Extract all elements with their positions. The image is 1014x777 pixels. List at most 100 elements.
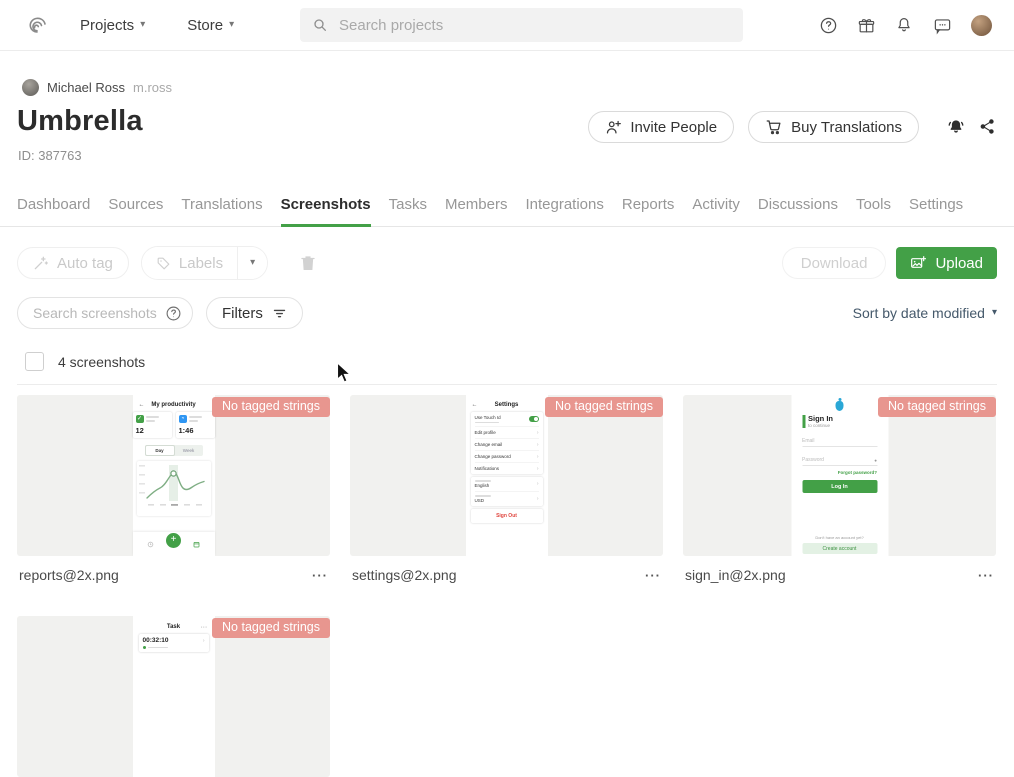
- search-icon: [312, 17, 328, 33]
- chevron-down-icon: ▾: [250, 258, 255, 268]
- filter-icon: [272, 306, 287, 321]
- cart-icon: [765, 118, 783, 136]
- task-title: Task ···: [139, 624, 209, 630]
- sort-label: Sort by date modified: [853, 305, 985, 321]
- tab-screenshots[interactable]: Screenshots: [281, 196, 371, 226]
- screenshot-card: No tagged strings ← My productivity ✓ 12…: [17, 395, 330, 583]
- nav-store-menu[interactable]: Store ▾: [187, 17, 234, 34]
- filename-row: settings@2x.png ···: [350, 567, 663, 583]
- project-tabs: Dashboard Sources Translations Screensho…: [0, 196, 1014, 227]
- password-field: Password ●: [802, 447, 877, 466]
- share-icon[interactable]: [979, 118, 997, 136]
- image-upload-icon: [910, 255, 926, 271]
- labels-button[interactable]: Labels: [142, 247, 237, 279]
- search-screenshots-input[interactable]: [31, 304, 165, 322]
- filters-button[interactable]: Filters: [206, 297, 303, 329]
- screenshot-count: 4 screenshots: [58, 354, 145, 370]
- nav-store-label: Store: [187, 17, 223, 34]
- delete-trash-icon[interactable]: [299, 254, 317, 272]
- select-all-checkbox[interactable]: [25, 352, 44, 371]
- tab-tools[interactable]: Tools: [856, 196, 891, 226]
- tab-dashboard[interactable]: Dashboard: [17, 196, 90, 226]
- gift-icon[interactable]: [857, 16, 876, 35]
- screenshot-search: [17, 297, 193, 329]
- tab-members[interactable]: Members: [445, 196, 508, 226]
- tab-settings[interactable]: Settings: [909, 196, 963, 226]
- download-button[interactable]: Download: [782, 247, 887, 279]
- filter-row: Filters Sort by date modified ▾: [17, 297, 997, 329]
- toggle-week: Week: [175, 445, 203, 456]
- screenshot-card: No tagged strings ← Settings Use Touch I…: [350, 395, 663, 583]
- selection-row: 4 screenshots: [25, 352, 145, 371]
- chat-icon[interactable]: [933, 16, 952, 35]
- screenshot-thumb-task[interactable]: No tagged strings Task ··· 00:32:10 ›: [17, 616, 330, 777]
- screenshot-thumb-reports[interactable]: No tagged strings ← My productivity ✓ 12…: [17, 395, 330, 556]
- nav-projects-label: Projects: [80, 17, 134, 34]
- search-projects-input[interactable]: [337, 16, 731, 35]
- upload-button[interactable]: Upload: [896, 247, 997, 279]
- status-badge: No tagged strings: [878, 397, 996, 417]
- invite-people-button[interactable]: Invite People: [588, 111, 734, 143]
- help-icon[interactable]: [819, 16, 838, 35]
- add-button-icon: +: [166, 533, 181, 548]
- notification-settings-bell-icon[interactable]: [947, 118, 965, 136]
- signin-preview: Sign In to continue Email Password ● For…: [791, 395, 888, 556]
- filename-row: reports@2x.png ···: [17, 567, 330, 583]
- page-title: Umbrella: [17, 105, 143, 138]
- buy-translations-button[interactable]: Buy Translations: [748, 111, 919, 143]
- search-help-icon[interactable]: [165, 305, 182, 322]
- card-menu-button[interactable]: ···: [978, 569, 994, 582]
- productivity-chart: [137, 461, 211, 516]
- labels-dropdown-button[interactable]: ▾: [237, 247, 267, 279]
- labels-split-button: Labels ▾: [141, 246, 268, 280]
- signin-subtitle: to continue: [808, 423, 833, 428]
- screenshot-card: No tagged strings Task ··· 00:32:10 ›: [17, 616, 330, 777]
- tab-sources[interactable]: Sources: [108, 196, 163, 226]
- card-menu-button[interactable]: ···: [645, 569, 661, 582]
- tab-integrations[interactable]: Integrations: [525, 196, 603, 226]
- auto-tag-label: Auto tag: [57, 255, 113, 272]
- labels-label: Labels: [179, 255, 223, 272]
- tab-discussions[interactable]: Discussions: [758, 196, 838, 226]
- project-dot-icon: [143, 646, 146, 649]
- tab-reports[interactable]: Reports: [622, 196, 675, 226]
- touch-id-row: Use Touch Id: [475, 415, 501, 420]
- screenshot-filename: settings@2x.png: [352, 567, 457, 583]
- bell-icon[interactable]: [895, 16, 914, 35]
- settings-row: Change password: [475, 454, 511, 459]
- sort-dropdown[interactable]: Sort by date modified ▾: [853, 305, 997, 321]
- owner-avatar: [22, 79, 39, 96]
- settings-prefs: English › USD ›: [471, 477, 543, 506]
- download-label: Download: [801, 255, 868, 272]
- screenshot-thumb-settings[interactable]: No tagged strings ← Settings Use Touch I…: [350, 395, 663, 556]
- card-menu-button[interactable]: ···: [312, 569, 328, 582]
- eye-icon: ●: [874, 458, 877, 463]
- chevron-down-icon: ▾: [229, 20, 234, 30]
- signin-title: Sign In: [808, 415, 833, 423]
- task-timer-card: 00:32:10 ›: [139, 634, 209, 652]
- create-account-button: Create account: [802, 543, 877, 554]
- language-value: English: [475, 483, 491, 488]
- filename-row: sign_in@2x.png ···: [683, 567, 996, 583]
- tab-tasks[interactable]: Tasks: [389, 196, 427, 226]
- owner-name[interactable]: Michael Ross: [47, 80, 125, 95]
- reports-stats: ✓ 12 ◔ 1:46: [133, 412, 215, 438]
- owner-username: m.ross: [133, 80, 172, 95]
- crowdin-logo-icon[interactable]: [24, 12, 50, 38]
- chevron-down-icon: ▾: [140, 20, 145, 30]
- toggle-day: Day: [145, 445, 175, 456]
- top-navbar: Projects ▾ Store ▾: [0, 0, 1014, 51]
- tab-activity[interactable]: Activity: [692, 196, 740, 226]
- stat-time: ◔ 1:46: [176, 412, 215, 438]
- tab-translations[interactable]: Translations: [181, 196, 262, 226]
- screenshot-filename: reports@2x.png: [19, 567, 119, 583]
- screenshot-thumb-signin[interactable]: No tagged strings Sign In to continue Em…: [683, 395, 996, 556]
- more-icon: ···: [201, 625, 208, 631]
- no-account-text: Don't have an account yet?: [791, 535, 888, 540]
- user-avatar[interactable]: [971, 15, 992, 36]
- settings-list: Use Touch Id Edit profile› Change email›…: [471, 412, 543, 474]
- nav-projects-menu[interactable]: Projects ▾: [80, 17, 145, 34]
- filters-label: Filters: [222, 305, 263, 322]
- auto-tag-button[interactable]: Auto tag: [17, 247, 129, 279]
- sign-out-button: Sign Out: [475, 509, 539, 523]
